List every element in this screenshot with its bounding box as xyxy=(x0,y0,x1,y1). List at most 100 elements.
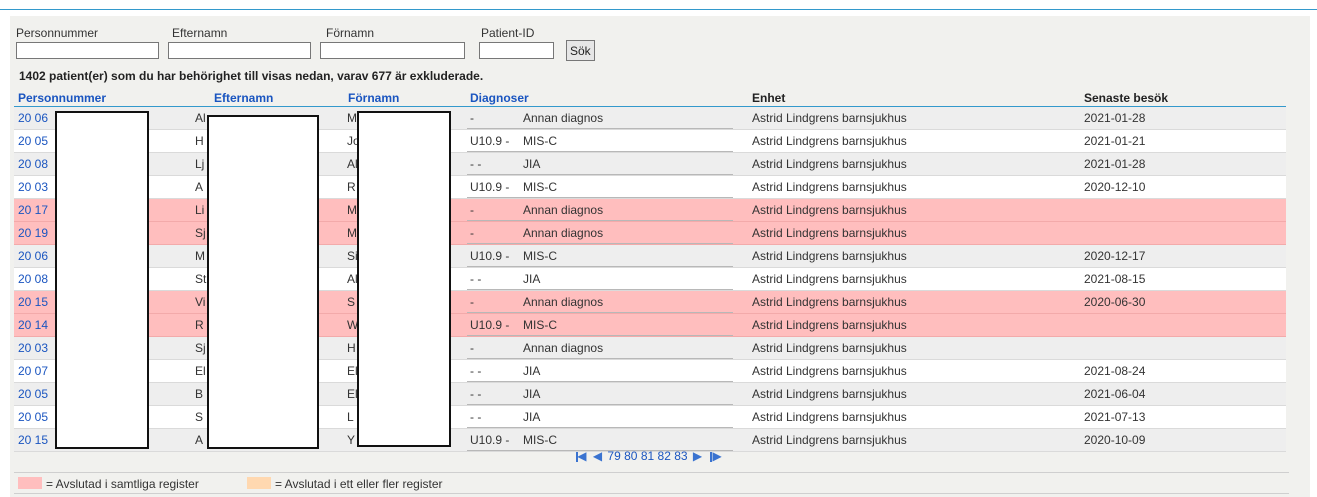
diagnosis-code: - xyxy=(470,111,474,125)
patient-personnummer-link[interactable]: 20 07 xyxy=(18,364,48,378)
patient-efternamn: El xyxy=(195,364,206,378)
next-page-icon[interactable]: ▶ xyxy=(693,449,702,463)
redaction-box-fornamn xyxy=(357,111,451,447)
patient-personnummer-link[interactable]: 20 17 xyxy=(18,203,48,217)
diagnosis-name: JIA xyxy=(523,364,541,378)
last-visit-date: 2021-08-24 xyxy=(1084,364,1146,378)
diagnosis-separator xyxy=(467,358,733,359)
sort-fornamn-header[interactable]: Förnamn xyxy=(348,91,399,105)
table-row[interactable]: 20 15 Vi S - Annan diagnos Astrid Lindgrens b… xyxy=(14,291,1286,314)
patient-efternamn: Li xyxy=(195,203,205,217)
diagnosis-code: - xyxy=(470,203,474,217)
unit-name: Astrid Lindgrens barnsjukhus xyxy=(752,203,907,217)
diagnosis-separator xyxy=(467,335,733,336)
redaction-box-personnummer xyxy=(55,111,149,449)
diagnosis-name: Annan diagnos xyxy=(523,203,604,217)
page-link-82[interactable]: 82 xyxy=(658,449,671,463)
personnummer-label: Personnummer xyxy=(16,26,99,40)
patient-efternamn: Sj xyxy=(195,226,206,240)
diagnosis-name: Annan diagnos xyxy=(523,341,604,355)
patient-personnummer-link[interactable]: 20 15 xyxy=(18,433,48,447)
prev-page-icon[interactable]: ◀ xyxy=(593,449,602,463)
patient-fornamn: M xyxy=(347,226,357,240)
last-visit-date: 2020-12-17 xyxy=(1084,249,1146,263)
patient-efternamn: A xyxy=(195,433,204,447)
patient-personnummer-link[interactable]: 20 08 xyxy=(18,272,48,286)
patient-fornamn: S xyxy=(347,295,356,309)
patient-personnummer-link[interactable]: 20 06 xyxy=(18,249,48,263)
diagnosis-code: U10.9 - xyxy=(470,433,510,447)
patient-personnummer-link[interactable]: 20 08 xyxy=(18,157,48,171)
last-visit-date: 2021-01-28 xyxy=(1084,157,1146,171)
sort-personnummer-header[interactable]: Personnummer xyxy=(18,91,106,105)
fornamn-label: Förnamn xyxy=(326,26,375,40)
senaste-besok-header: Senaste besök xyxy=(1084,91,1169,105)
diagnosis-name: JIA xyxy=(523,410,541,424)
patient-list-panel: Personnummer Efternamn Förnamn Patient-I… xyxy=(10,16,1310,497)
unit-name: Astrid Lindgrens barnsjukhus xyxy=(752,295,907,309)
search-button[interactable]: Sök xyxy=(566,40,595,61)
table-row[interactable]: 20 14 R W U10.9 - MIS-C Astrid Lindgrens barn… xyxy=(14,314,1286,337)
page-link-79[interactable]: 79 xyxy=(607,449,620,463)
patient-personnummer-link[interactable]: 20 05 xyxy=(18,134,48,148)
table-row[interactable]: 20 06 Al M - Annan diagnos Astrid Lindgrens b… xyxy=(14,107,1286,130)
patient-personnummer-link[interactable]: 20 03 xyxy=(18,341,48,355)
sort-diagnoser-header[interactable]: Diagnoser xyxy=(470,91,529,105)
unit-name: Astrid Lindgrens barnsjukhus xyxy=(752,387,907,401)
table-row[interactable]: 20 05 B El - - JIA Astrid Lindgrens barnsjukh… xyxy=(14,383,1286,406)
patient-personnummer-link[interactable]: 20 03 xyxy=(18,180,48,194)
table-row[interactable]: 20 06 M Si U10.9 - MIS-C Astrid Lindgrens bar… xyxy=(14,245,1286,268)
fornamn-field-group: Förnamn xyxy=(320,26,465,59)
unit-name: Astrid Lindgrens barnsjukhus xyxy=(752,433,907,447)
patient-efternamn: H xyxy=(195,134,204,148)
sort-efternamn-header[interactable]: Efternamn xyxy=(214,91,273,105)
page-link-81[interactable]: 81 xyxy=(641,449,654,463)
table-row[interactable]: 20 07 El El - - JIA Astrid Lindgrens barnsjuk… xyxy=(14,360,1286,383)
patient-efternamn: A xyxy=(195,180,204,194)
last-page-icon[interactable]: ▶ xyxy=(709,449,722,463)
fornamn-input[interactable] xyxy=(320,42,465,59)
unit-name: Astrid Lindgrens barnsjukhus xyxy=(752,272,907,286)
patient-efternamn: M xyxy=(195,249,205,263)
patient-efternamn: Sj xyxy=(195,341,206,355)
personnummer-input[interactable] xyxy=(16,42,159,59)
patient-personnummer-link[interactable]: 20 06 xyxy=(18,111,48,125)
table-row[interactable]: 20 05 S L - - JIA Astrid Lindgrens barnsjukhu… xyxy=(14,406,1286,429)
table-row[interactable]: 20 03 A R U10.9 - MIS-C Astrid Lindgrens barn… xyxy=(14,176,1286,199)
diagnosis-code: U10.9 - xyxy=(470,249,510,263)
unit-name: Astrid Lindgrens barnsjukhus xyxy=(752,180,907,194)
diagnosis-code: U10.9 - xyxy=(470,134,510,148)
search-form: Personnummer Efternamn Förnamn Patient-I… xyxy=(10,16,1310,70)
diagnosis-code: - xyxy=(470,295,474,309)
patient-personnummer-link[interactable]: 20 05 xyxy=(18,387,48,401)
patient-id-input[interactable] xyxy=(479,42,554,59)
page-link-80[interactable]: 80 xyxy=(624,449,637,463)
diagnosis-name: MIS-C xyxy=(523,318,557,332)
unit-name: Astrid Lindgrens barnsjukhus xyxy=(752,410,907,424)
first-page-icon[interactable]: ◀​ xyxy=(576,449,586,463)
efternamn-input[interactable] xyxy=(168,42,311,59)
table-row[interactable]: 20 03 Sj H - Annan diagnos Astrid Lindgrens b… xyxy=(14,337,1286,360)
patient-personnummer-link[interactable]: 20 15 xyxy=(18,295,48,309)
legend-label-closed-all: = Avslutad i samtliga register xyxy=(46,477,199,491)
table-row[interactable]: 20 05 H Jo U10.9 - MIS-C Astrid Lindgrens bar… xyxy=(14,130,1286,153)
page-link-83[interactable]: 83 xyxy=(674,449,687,463)
diagnosis-separator xyxy=(467,404,733,405)
patient-personnummer-link[interactable]: 20 05 xyxy=(18,410,48,424)
patient-efternamn: S xyxy=(195,410,204,424)
unit-name: Astrid Lindgrens barnsjukhus xyxy=(752,249,907,263)
table-row[interactable]: 20 08 Lj Al - - JIA Astrid Lindgrens barnsjuk… xyxy=(14,153,1286,176)
result-summary: 1402 patient(er) som du har behörighet t… xyxy=(19,69,484,83)
last-visit-date: 2021-08-15 xyxy=(1084,272,1146,286)
unit-name: Astrid Lindgrens barnsjukhus xyxy=(752,134,907,148)
diagnosis-name: MIS-C xyxy=(523,180,557,194)
legend-swatch-closed-all xyxy=(18,477,42,489)
table-row[interactable]: 20 17 Li M - Annan diagnos Astrid Lindgrens b… xyxy=(14,199,1286,222)
table-row[interactable]: 20 08 St Al - - JIA Astrid Lindgrens barnsjuk… xyxy=(14,268,1286,291)
pagination: ◀​ ◀ 79 80 81 82 83 ▶ ▶ xyxy=(10,448,1288,466)
patient-id-field-group: Patient-ID xyxy=(479,26,554,59)
table-row[interactable]: 20 19 Sj M - Annan diagnos Astrid Lindgrens b… xyxy=(14,222,1286,245)
patient-personnummer-link[interactable]: 20 19 xyxy=(18,226,48,240)
diagnosis-name: MIS-C xyxy=(523,249,557,263)
patient-personnummer-link[interactable]: 20 14 xyxy=(18,318,48,332)
